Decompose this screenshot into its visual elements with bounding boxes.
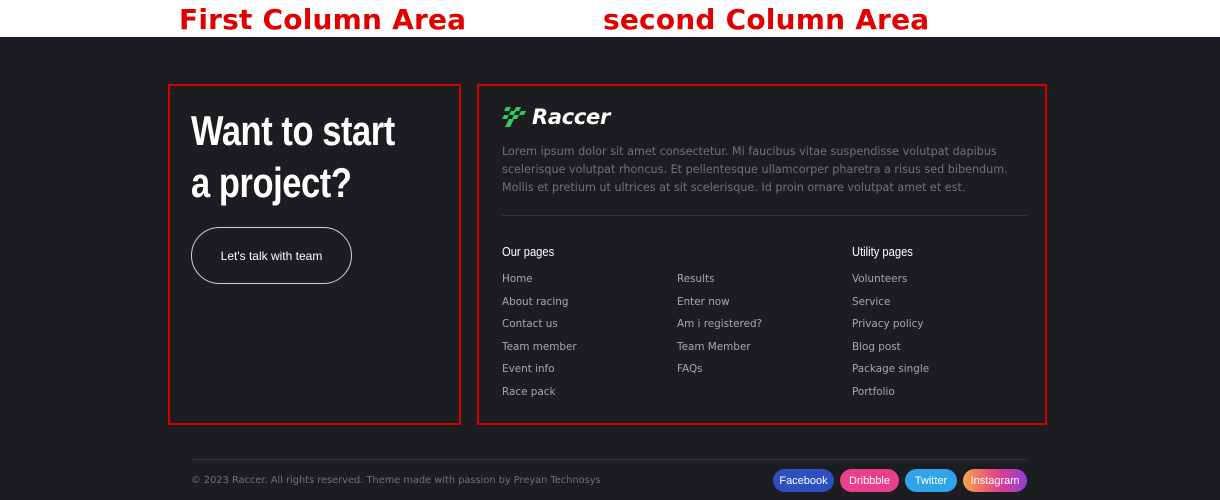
footer-divider (502, 215, 1027, 216)
utility-pages-title: Utility pages (852, 244, 913, 259)
footer-link-volunteers[interactable]: Volunteers (852, 272, 929, 295)
twitter-button[interactable]: Twitter (905, 469, 957, 492)
annotation-second-column: second Column Area (603, 3, 930, 36)
footer-link-results[interactable]: Results (677, 272, 762, 295)
annotation-first-column: First Column Area (179, 3, 467, 36)
checkered-flag-icon (502, 107, 526, 127)
footer-link-about-racing[interactable]: About racing (502, 295, 577, 318)
talk-with-team-button[interactable]: Let's talk with team (191, 227, 352, 284)
footer-link-enter-now[interactable]: Enter now (677, 295, 762, 318)
footer-link-blog-post[interactable]: Blog post (852, 340, 929, 363)
footer-link-contact-us[interactable]: Contact us (502, 317, 577, 340)
footer-link-event-info[interactable]: Event info (502, 362, 577, 385)
social-buttons: Facebook Dribbble Twitter Instagram (773, 469, 1027, 492)
footer-description: Lorem ipsum dolor sit amet consectetur. … (502, 145, 1008, 194)
raccer-logo[interactable]: Raccer (502, 104, 610, 130)
annotation-bar: First Column Area second Column Area (0, 0, 1220, 37)
footer-link-am-i-registered[interactable]: Am i registered? (677, 317, 762, 340)
copyright-text: © 2023 Raccer. All rights reserved. Them… (191, 475, 601, 486)
facebook-button[interactable]: Facebook (773, 469, 834, 492)
our-pages-title: Our pages (502, 244, 555, 259)
dribbble-button[interactable]: Dribbble (840, 469, 899, 492)
footer-link-team-member[interactable]: Team member (502, 340, 577, 363)
more-pages-column: Results Enter now Am i registered? Team … (677, 272, 762, 385)
site-footer: Want to start a project? Let's talk with… (0, 37, 1220, 500)
logo-text: Raccer (532, 105, 611, 129)
bottom-divider (191, 459, 1027, 460)
footer-link-package-single[interactable]: Package single (852, 362, 929, 385)
footer-link-faqs[interactable]: FAQs (677, 362, 762, 385)
footer-link-team-member-2[interactable]: Team Member (677, 340, 762, 363)
more-pages-list: Results Enter now Am i registered? Team … (677, 272, 762, 385)
footer-link-home[interactable]: Home (502, 272, 577, 295)
our-pages-list: Home About racing Contact us Team member… (502, 272, 577, 407)
utility-pages-column: Utility pages Volunteers Service Privacy… (852, 244, 929, 407)
footer-link-privacy-policy[interactable]: Privacy policy (852, 317, 929, 340)
utility-pages-list: Volunteers Service Privacy policy Blog p… (852, 272, 929, 407)
footer-link-race-pack[interactable]: Race pack (502, 385, 577, 408)
footer-link-portfolio[interactable]: Portfolio (852, 385, 929, 408)
our-pages-column: Our pages Home About racing Contact us T… (502, 244, 577, 407)
footer-link-service[interactable]: Service (852, 295, 929, 318)
instagram-button[interactable]: Instagram (963, 469, 1027, 492)
footer-headline: Want to start a project? (191, 107, 395, 206)
